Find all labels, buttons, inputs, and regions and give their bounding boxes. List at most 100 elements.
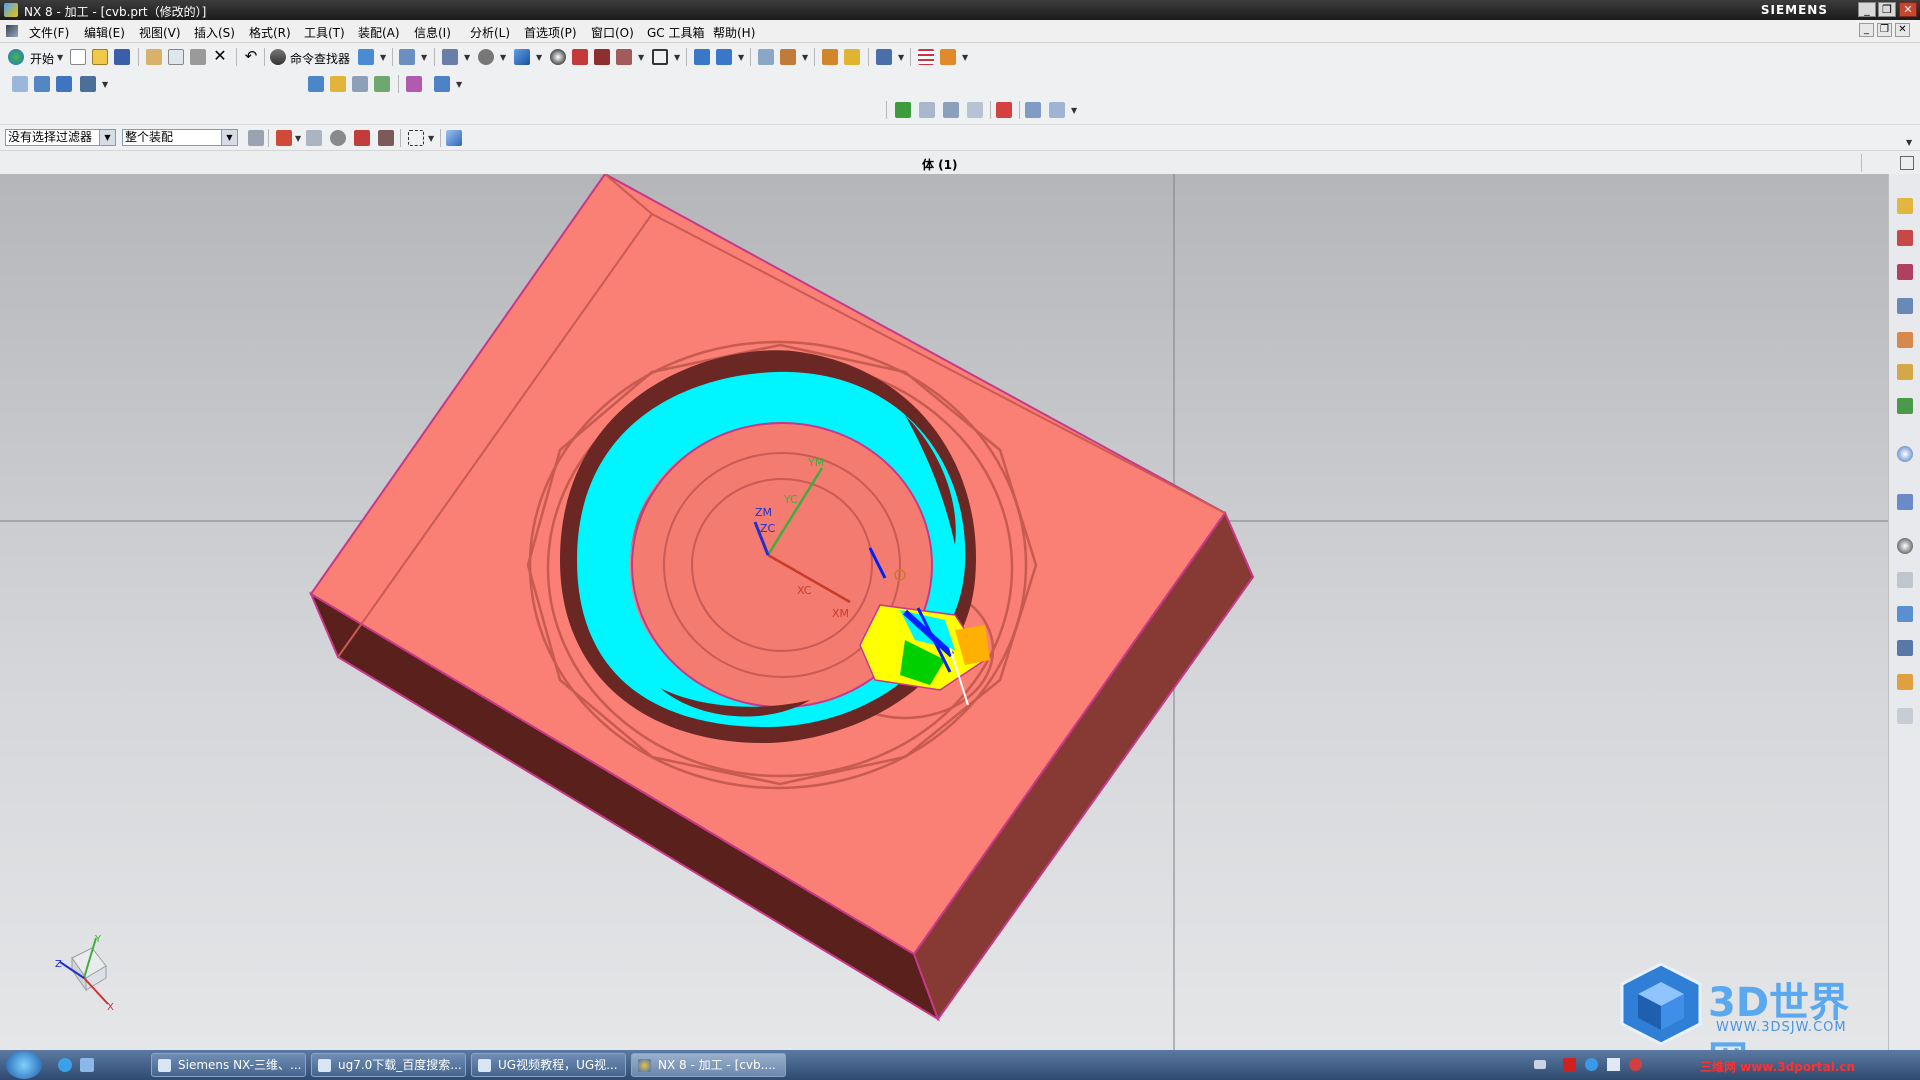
minimize-button[interactable]: _ — [1858, 2, 1876, 17]
menu-format[interactable]: 格式(R) — [249, 24, 291, 41]
point-snap-icon[interactable] — [354, 130, 370, 146]
fit-view-icon[interactable] — [442, 49, 458, 65]
start-icon[interactable] — [8, 49, 24, 65]
doc-restore-button[interactable]: ❐ — [1877, 23, 1892, 37]
menu-view[interactable]: 视图(V) — [139, 24, 181, 41]
menu-preferences[interactable]: 首选项(P) — [524, 24, 577, 41]
select-arrow-icon[interactable] — [378, 130, 394, 146]
wcs-icon[interactable] — [716, 49, 732, 65]
follow-icon[interactable] — [306, 130, 322, 146]
verify-toolpath-icon[interactable] — [374, 76, 390, 92]
undo-icon[interactable]: ↶ — [243, 48, 259, 64]
system-scenes-icon[interactable] — [1897, 708, 1913, 724]
pencil-dropdown-icon[interactable]: ▼ — [962, 53, 968, 62]
fit-dropdown-icon[interactable]: ▼ — [464, 53, 470, 62]
op-display-icon[interactable] — [1025, 102, 1041, 118]
lasso-icon[interactable] — [330, 130, 346, 146]
play-animation-icon[interactable] — [876, 49, 892, 65]
close-button[interactable]: ✕ — [1899, 2, 1917, 17]
chevron-down-icon[interactable]: ▼ — [99, 130, 115, 145]
feature-filter-dropdown-icon[interactable]: ▼ — [295, 134, 301, 143]
menu-insert[interactable]: 插入(S) — [194, 24, 235, 41]
op-object-icon[interactable] — [967, 102, 983, 118]
list-toolpath-icon[interactable] — [352, 76, 368, 92]
create-tool-icon[interactable] — [34, 76, 50, 92]
studio-render-icon[interactable] — [572, 49, 588, 65]
render-dropdown-icon[interactable]: ▼ — [638, 53, 644, 62]
check-icon[interactable] — [895, 102, 911, 118]
fullscreen-icon[interactable] — [1900, 156, 1914, 170]
coordinate-icon[interactable] — [780, 49, 796, 65]
cut-icon[interactable] — [146, 49, 162, 65]
menu-file[interactable]: 文件(F) — [29, 24, 69, 41]
graphics-window[interactable]: YM YC ZM ZC XC XM Y X Z 3D世界网 WWW.3DSJW.… — [0, 174, 1888, 1050]
op-info-icon[interactable] — [1049, 102, 1065, 118]
rotate-view-icon[interactable] — [478, 49, 494, 65]
replay-toolpath-icon[interactable] — [330, 76, 346, 92]
create-method-icon[interactable] — [80, 76, 96, 92]
orientation-dropdown-icon[interactable]: ▼ — [536, 53, 542, 62]
taskbar-item-siemens-nx-web[interactable]: Siemens NX-三维、... — [151, 1053, 306, 1077]
volume-icon[interactable] — [1607, 1058, 1620, 1071]
wcs-dropdown-icon[interactable]: ▼ — [738, 53, 744, 62]
process-studio-icon[interactable] — [1897, 606, 1913, 622]
op-transform-icon[interactable] — [943, 102, 959, 118]
taskbar-item-ug-video[interactable]: UG视频教程，UG视... — [471, 1053, 626, 1077]
binoculars-icon[interactable] — [270, 49, 286, 65]
pencil-icon[interactable] — [940, 49, 956, 65]
web-browser-icon[interactable] — [1897, 446, 1913, 462]
copy-icon[interactable] — [168, 49, 184, 65]
menu-window[interactable]: 窗口(O) — [591, 24, 634, 41]
command-finder-button[interactable]: 命令查找器 — [290, 50, 350, 67]
operation-navigator-icon[interactable] — [1897, 298, 1913, 314]
constraint-navigator-icon[interactable] — [1897, 230, 1913, 246]
postprocess-icon[interactable] — [406, 76, 422, 92]
model-view[interactable]: YM YC ZM ZC XC XM Y X Z — [0, 174, 1888, 1050]
flag-icon[interactable] — [996, 102, 1012, 118]
hd3d-tools-icon[interactable] — [1897, 398, 1913, 414]
rectangle-select-icon[interactable] — [408, 130, 424, 146]
start-button[interactable]: 开始 — [30, 50, 54, 67]
paste-icon[interactable] — [190, 49, 206, 65]
history-icon[interactable] — [1897, 494, 1913, 510]
clock-icon[interactable] — [1897, 538, 1913, 554]
rectangle-select-dropdown-icon[interactable]: ▼ — [428, 134, 434, 143]
select-solid-icon[interactable] — [446, 130, 462, 146]
reuse-library-icon[interactable] — [1897, 364, 1913, 380]
rotate-dropdown-icon[interactable]: ▼ — [500, 53, 506, 62]
general-selection-icon[interactable] — [248, 130, 264, 146]
open-folder-icon[interactable] — [92, 49, 108, 65]
snap-dropdown-icon[interactable]: ▼ — [421, 53, 427, 62]
restore-button[interactable]: ❐ — [1878, 2, 1896, 17]
background-icon[interactable] — [652, 49, 668, 65]
network-icon[interactable] — [1585, 1058, 1598, 1071]
layer-settings-icon[interactable] — [758, 49, 774, 65]
menu-information[interactable]: 信息(I) — [414, 24, 451, 41]
refresh-view-icon[interactable] — [358, 49, 374, 65]
move-object-icon[interactable] — [694, 49, 710, 65]
ruler-icon[interactable] — [918, 49, 934, 65]
animation-dropdown-icon[interactable]: ▼ — [898, 53, 904, 62]
edge-display-icon[interactable] — [594, 49, 610, 65]
roles-icon[interactable] — [1897, 674, 1913, 690]
menu-analysis[interactable]: 分析(L) — [470, 24, 510, 41]
show-desktop-icon[interactable] — [80, 1058, 94, 1072]
shaded-icon[interactable] — [550, 49, 566, 65]
menu-gc-toolbox[interactable]: GC 工具箱 — [647, 24, 705, 41]
system-materials-icon[interactable] — [1897, 572, 1913, 588]
doc-close-button[interactable]: ✕ — [1895, 23, 1910, 37]
background-dropdown-icon[interactable]: ▼ — [674, 53, 680, 62]
measure-angle-icon[interactable] — [844, 49, 860, 65]
menu-assembly[interactable]: 装配(A) — [358, 24, 400, 41]
machine-tool-navigator-icon[interactable] — [1897, 332, 1913, 348]
taskbar-item-baidu-search[interactable]: ug7.0下载_百度搜索... — [311, 1053, 466, 1077]
menu-edit[interactable]: 编辑(E) — [84, 24, 125, 41]
create-program-icon[interactable] — [12, 76, 28, 92]
view-orientation-icon[interactable] — [514, 49, 530, 65]
menu-tools[interactable]: 工具(T) — [304, 24, 345, 41]
generate-toolpath-icon[interactable] — [308, 76, 324, 92]
ie-icon[interactable] — [58, 1058, 72, 1072]
start-dropdown-icon[interactable]: ▼ — [57, 53, 63, 62]
manufacturing-wizard-icon[interactable] — [1897, 640, 1913, 656]
create-geometry-icon[interactable] — [56, 76, 72, 92]
